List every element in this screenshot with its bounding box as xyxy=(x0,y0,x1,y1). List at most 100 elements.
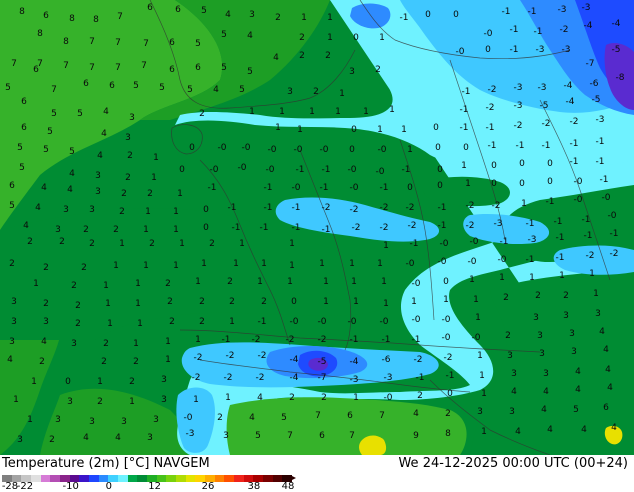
temperature-label: 5 xyxy=(187,85,193,95)
temperature-label: -0 xyxy=(268,145,277,155)
colorbar-segment xyxy=(89,475,99,482)
temperature-label: -1 xyxy=(582,215,591,225)
temperature-label: 3 xyxy=(121,417,127,427)
colorbar-segment xyxy=(224,475,235,482)
temperature-label: -2 xyxy=(256,373,265,383)
temperature-label: 1 xyxy=(323,277,329,287)
temperature-label: 1 xyxy=(107,319,113,329)
colorbar-segment xyxy=(40,475,51,482)
temperature-label: 2 xyxy=(103,339,109,349)
temperature-label: -0 xyxy=(290,317,299,327)
temperature-label: 1 xyxy=(137,319,143,329)
temperature-label: -1 xyxy=(258,317,267,327)
temperature-label: 1 xyxy=(173,261,179,271)
temperature-label: 1 xyxy=(475,313,481,323)
temperature-label: 1 xyxy=(411,297,417,307)
temperature-label: 4 xyxy=(247,31,253,41)
temperature-label: -3 xyxy=(528,235,537,245)
temperature-label: 4 xyxy=(69,169,75,179)
temperature-label: 0 xyxy=(435,143,441,153)
temperature-label: 7 xyxy=(117,12,123,22)
temperature-label: 4 xyxy=(257,393,263,403)
temperature-label: 1 xyxy=(559,271,565,281)
temperature-label: 4 xyxy=(611,423,617,433)
temperature-label: 1 xyxy=(593,289,599,299)
map-canvas: 8 6 8 8 76 6 5 4 3 2 1 1 -1 0 0 -1 -1 -3 -388 7 7 7 6 55 4 2 1 0 1 -0… xyxy=(0,0,634,455)
temperature-label: 4 xyxy=(543,387,549,397)
temperature-label: 8 xyxy=(69,14,75,24)
temperature-label: 7 xyxy=(115,63,121,73)
temperature-label: 0 xyxy=(463,143,469,153)
temperature-label: 4 xyxy=(103,107,109,117)
temperature-label: 0 xyxy=(519,179,525,189)
temperature-label: -1 xyxy=(264,183,273,193)
temperature-label: -1 xyxy=(600,175,609,185)
temperature-label: 3 xyxy=(349,67,355,77)
temperature-label: 8 xyxy=(93,15,99,25)
temperature-label: -4 xyxy=(290,373,299,383)
temperature-label: 1 xyxy=(193,395,199,405)
temperature-label: -2 xyxy=(542,119,551,129)
temperature-label: -7 xyxy=(586,59,595,69)
temperature-label: 1 xyxy=(443,295,449,305)
temperature-label: -2 xyxy=(226,351,235,361)
temperature-label: 6 xyxy=(9,181,15,191)
temperature-label: -5 xyxy=(592,95,601,105)
temperature-label: -2 xyxy=(466,221,475,231)
temperature-label: -1 xyxy=(510,25,519,35)
temperature-label: -2 xyxy=(322,203,331,213)
temperature-label: 1 xyxy=(521,199,527,209)
temperature-label: 2 xyxy=(289,393,295,403)
temperature-label: 1 xyxy=(473,295,479,305)
colorbar-segment xyxy=(263,475,273,482)
temperature-label: 5 xyxy=(69,147,75,157)
temperature-label: 5 xyxy=(17,143,23,153)
temperature-label: 2 xyxy=(125,173,131,183)
temperature-label: 4 xyxy=(41,183,47,193)
temperature-label: 1 xyxy=(27,415,33,425)
temperature-label: 4 xyxy=(603,345,609,355)
temperature-label: -2 xyxy=(586,251,595,261)
temperature-label: 2 xyxy=(535,291,541,301)
temperature-label: 3 xyxy=(569,329,575,339)
temperature-label: 1 xyxy=(389,105,395,115)
temperature-label: 6 xyxy=(147,3,153,13)
temperature-label: 1 xyxy=(165,355,171,365)
temperature-label: 2 xyxy=(503,293,509,303)
temperature-label: 3 xyxy=(511,369,517,379)
temperature-label: 7 xyxy=(11,59,17,69)
temperature-label: -0 xyxy=(412,279,421,289)
temperature-label: 1 xyxy=(401,125,407,135)
temperature-label: 6 xyxy=(169,65,175,75)
temperature-label: -1 xyxy=(596,157,605,167)
temperature-label: 2 xyxy=(59,237,65,247)
temperature-label: 3 xyxy=(249,10,255,20)
temperature-label: 6 xyxy=(83,79,89,89)
temperature-label: -1 xyxy=(584,231,593,241)
temperature-label: -1 xyxy=(232,223,241,233)
temperature-label: 1 xyxy=(239,239,245,249)
temperature-label: 5 xyxy=(281,413,287,423)
temperature-label: -2 xyxy=(286,335,295,345)
temperature-label: 0 xyxy=(453,10,459,20)
temperature-label: 2 xyxy=(199,297,205,307)
temperature-label: -0 xyxy=(184,413,193,423)
temperature-label: -0 xyxy=(456,47,465,57)
temperature-label: -2 xyxy=(318,335,327,345)
temperature-label: -0 xyxy=(468,257,477,267)
temperature-label: -0 xyxy=(318,317,327,327)
temperature-label: -1 xyxy=(264,203,273,213)
temperature-label: 0 xyxy=(437,165,443,175)
temperature-label: -1 xyxy=(542,141,551,151)
temperature-label: 4 xyxy=(581,425,587,435)
temperature-label: 0 xyxy=(547,159,553,169)
temperature-label: -1 xyxy=(556,253,565,263)
temperature-label: -3 xyxy=(562,45,571,55)
temperature-label: -3 xyxy=(558,5,567,15)
temperature-label: 1 xyxy=(363,107,369,117)
temperature-label: 5 xyxy=(133,81,139,91)
temperature-label: -1 xyxy=(546,197,555,207)
temperature-label: 4 xyxy=(7,355,13,365)
temperature-label: 3 xyxy=(537,331,543,341)
temperature-label: -2 xyxy=(560,25,569,35)
